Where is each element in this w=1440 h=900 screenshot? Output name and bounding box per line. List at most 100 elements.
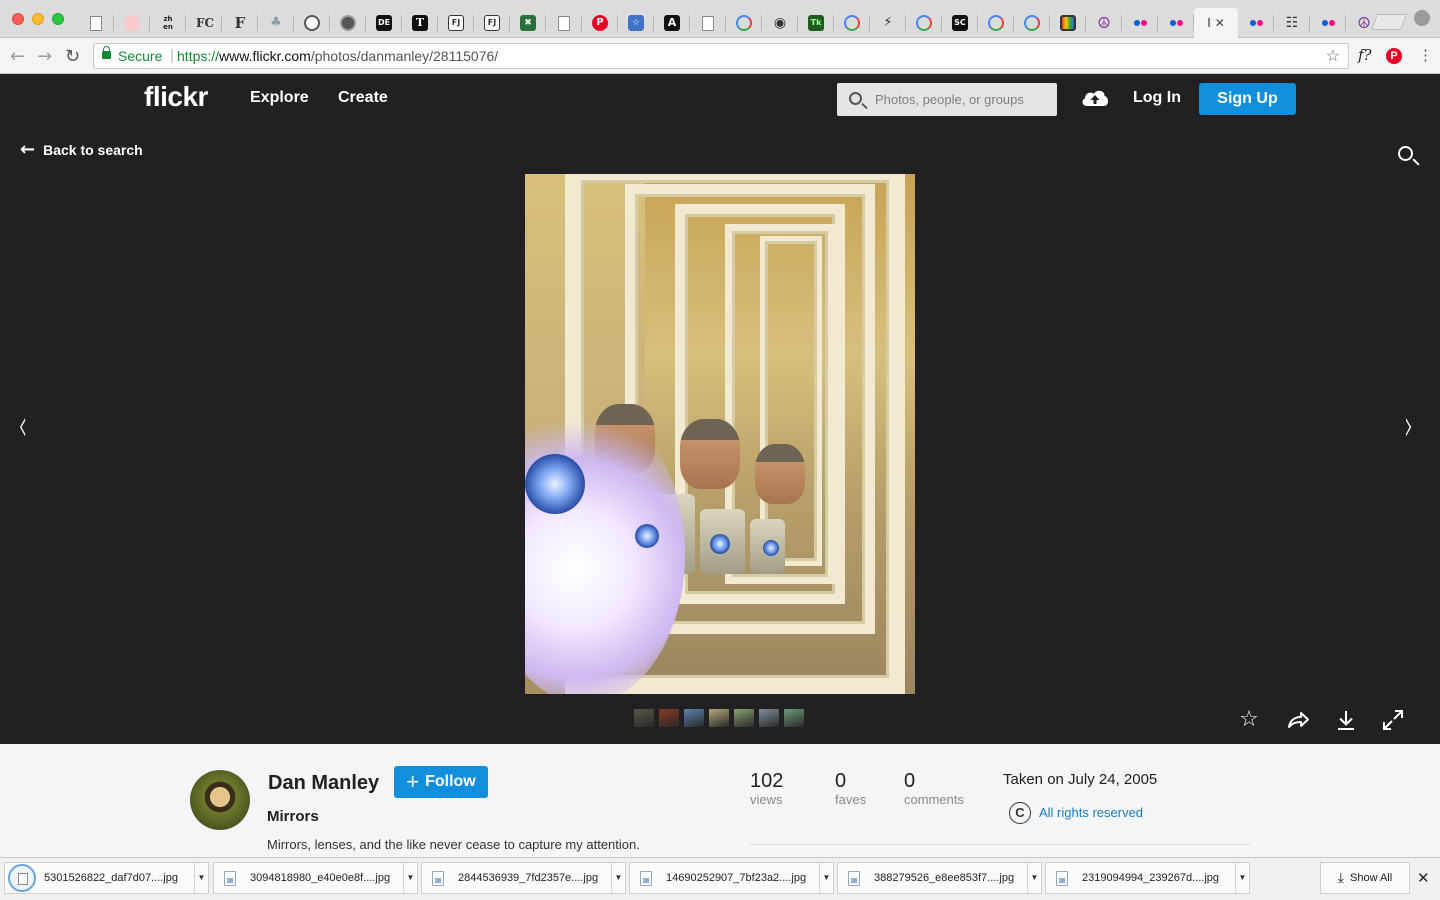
avatar[interactable] [190,770,250,830]
browser-tab[interactable]: DE [366,8,402,38]
sc-icon: SC [952,15,968,31]
download-item[interactable]: 3094818980_e40e0e8f....jpg ▼ [213,862,418,894]
signup-button[interactable]: Sign Up [1199,83,1296,115]
download-menu-caret-icon[interactable]: ▼ [1027,863,1041,893]
upload-cloud-icon[interactable] [1080,87,1110,107]
browser-tab[interactable]: G [1014,8,1050,38]
main-photo[interactable] [525,174,915,694]
filmstrip-thumbnail[interactable] [784,709,804,727]
close-tab-icon[interactable]: ✕ [1215,16,1225,30]
browser-tab[interactable]: T [402,8,438,38]
next-photo-arrow[interactable]: › [1404,400,1413,451]
download-icon[interactable] [1333,707,1359,733]
browser-tab[interactable]: G [906,8,942,38]
browser-tab[interactable]: zh en [150,8,186,38]
browser-tab[interactable]: SC [942,8,978,38]
browser-tab[interactable]: ♣ [258,8,294,38]
login-link[interactable]: Log In [1133,89,1181,107]
author-name[interactable]: Dan Manley [268,772,379,795]
follow-button[interactable]: + Follow [394,766,488,798]
back-to-search-link[interactable]: ← Back to search [20,141,143,159]
address-bar[interactable]: Secure | https://www.flickr.com/photos/d… [93,43,1349,69]
search-icon[interactable] [1398,146,1413,161]
image-file-icon [848,870,860,886]
filmstrip-thumbnail[interactable] [634,709,654,727]
filmstrip-thumbnail[interactable] [659,709,679,727]
browser-tab[interactable]: Tk [798,8,834,38]
zoom-window-button[interactable] [52,13,64,25]
minimize-window-button[interactable] [32,13,44,25]
browser-tab[interactable]: I ✕ [1194,8,1238,38]
download-menu-caret-icon[interactable]: ▼ [194,863,208,893]
browser-tab[interactable]: P [582,8,618,38]
browser-tab[interactable]: ✖ [510,8,546,38]
fullscreen-icon[interactable] [1380,707,1406,733]
download-item[interactable]: 14690252907_7bf23a2....jpg ▼ [629,862,834,894]
flickr-logo[interactable]: flickr [144,81,208,113]
pinterest-extension-icon[interactable]: P [1386,48,1402,64]
browser-tab[interactable] [1158,8,1194,38]
browser-tab[interactable]: FJ [474,8,510,38]
views-count: 102 [750,770,784,792]
show-all-downloads-button[interactable]: ⤓ Show All [1320,862,1410,894]
back-arrow-icon[interactable]: ← [10,46,25,67]
browser-menu-icon[interactable]: ⋮ [1418,46,1433,64]
download-item[interactable]: 2319094994_239267d....jpg ▼ [1045,862,1250,894]
download-menu-caret-icon[interactable]: ▼ [1235,863,1249,893]
bookmark-star-icon[interactable]: ☆ [1326,46,1340,66]
filmstrip-thumbnail[interactable] [684,709,704,727]
share-icon[interactable] [1285,707,1311,733]
browser-tab[interactable]: ☆ [618,8,654,38]
previous-photo-arrow[interactable]: ‹ [18,400,27,451]
reload-icon[interactable]: ↻ [65,46,80,67]
license-link[interactable]: All rights reserved [1039,805,1143,820]
browser-tab[interactable]: G [978,8,1014,38]
download-item[interactable]: 5301526822_daf7d07....jpg ▼ [4,862,209,894]
browser-tab[interactable]: G [834,8,870,38]
browser-tab[interactable]: F [222,8,258,38]
browser-tab[interactable] [78,8,114,38]
browser-tab[interactable]: ☷ [1274,8,1310,38]
browser-tab[interactable]: FC [186,8,222,38]
url-text[interactable]: https://www.flickr.com/photos/danmanley/… [177,48,498,64]
gear-logo-icon [304,15,320,31]
filmstrip-thumbnail[interactable] [734,709,754,727]
browser-tab[interactable] [1050,8,1086,38]
image-file-icon [640,870,652,886]
profile-icon[interactable] [1414,10,1430,26]
browser-tab[interactable]: ☮ [1086,8,1122,38]
browser-tab[interactable] [330,8,366,38]
browser-tab[interactable] [546,8,582,38]
nav-create[interactable]: Create [338,89,388,107]
download-menu-caret-icon[interactable]: ▼ [403,863,417,893]
favorite-star-icon[interactable]: ☆ [1236,707,1262,733]
browser-tab[interactable] [294,8,330,38]
search-input[interactable] [875,83,1053,116]
close-window-button[interactable] [12,13,24,25]
download-item[interactable]: 2844536939_7fd2357e....jpg ▼ [421,862,626,894]
filmstrip-thumbnail[interactable] [759,709,779,727]
browser-tab[interactable]: ◉ [762,8,798,38]
download-menu-caret-icon[interactable]: ▼ [819,863,833,893]
close-icon[interactable]: ✕ [1417,869,1430,887]
browser-tab[interactable] [1122,8,1158,38]
lock-icon [102,46,111,59]
download-item[interactable]: 388279526_e8ee853f7....jpg ▼ [837,862,1042,894]
nav-explore[interactable]: Explore [250,89,309,107]
views-stat: 102 views [750,770,783,807]
new-tab-button[interactable] [1371,14,1407,30]
browser-tab[interactable] [1310,8,1346,38]
browser-tab[interactable]: A [654,8,690,38]
browser-tab[interactable]: G [726,8,762,38]
browser-tab[interactable]: FJ [438,8,474,38]
browser-tab[interactable] [690,8,726,38]
browser-tab[interactable] [1238,8,1274,38]
forward-arrow-icon[interactable]: → [37,46,52,67]
font-extension-icon[interactable]: f? [1358,46,1372,64]
google-icon: G [844,15,860,31]
browser-tab[interactable]: ⚡ [870,8,906,38]
download-menu-caret-icon[interactable]: ▼ [611,863,625,893]
search-box[interactable] [837,83,1057,116]
browser-tab[interactable] [114,8,150,38]
filmstrip-thumbnail[interactable] [709,709,729,727]
